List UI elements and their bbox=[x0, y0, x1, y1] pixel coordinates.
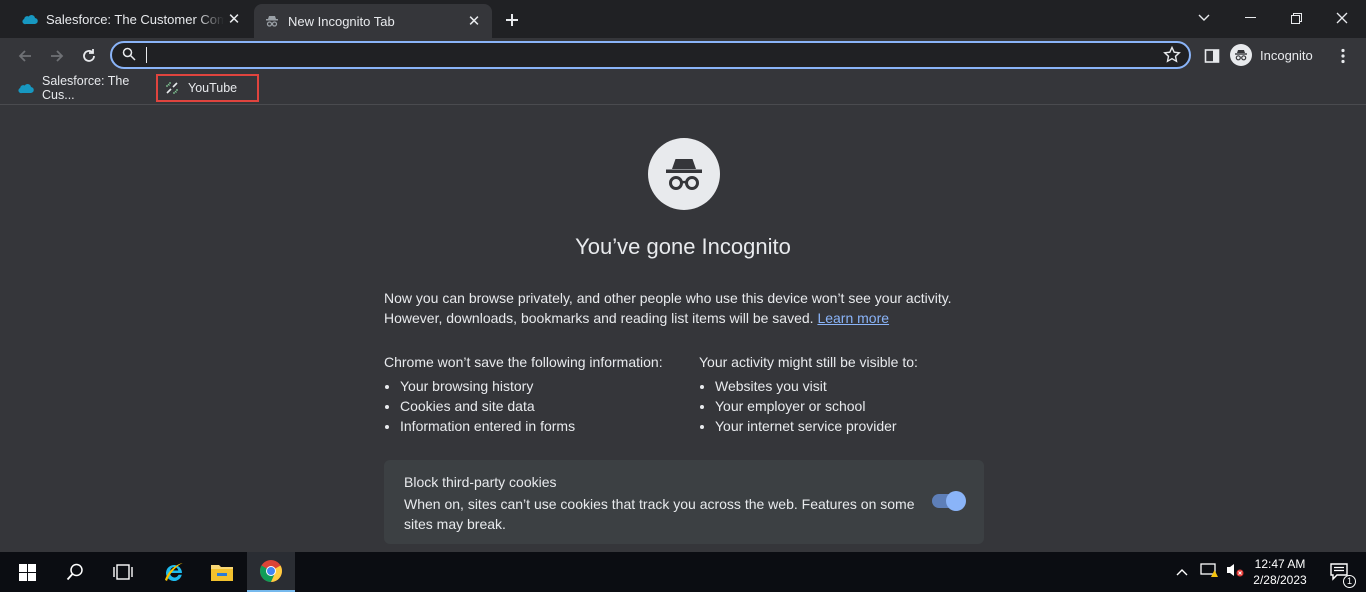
network-warning-icon[interactable] bbox=[1200, 562, 1218, 583]
internet-explorer-icon bbox=[165, 563, 183, 582]
page-heading: You’ve gone Incognito bbox=[575, 234, 791, 259]
bookmark-star-icon[interactable] bbox=[1163, 45, 1181, 69]
still-visible-list: Your activity might still be visible to:… bbox=[699, 352, 999, 436]
tab-salesforce[interactable]: Salesforce: The Customer Company ✕ bbox=[12, 4, 252, 34]
tab-strip: Salesforce: The Customer Company ✕ New I… bbox=[0, 0, 1366, 38]
reload-icon bbox=[83, 49, 95, 62]
profile-label: Incognito bbox=[1260, 47, 1313, 63]
bookmarks-bar: Salesforce: The Cus... YouTube bbox=[0, 72, 1366, 105]
search-icon bbox=[66, 563, 83, 581]
list-item: Your browsing history bbox=[400, 376, 684, 396]
bookmark-label: Salesforce: The Cus... bbox=[42, 74, 130, 102]
salesforce-cloud-icon bbox=[22, 11, 38, 27]
chrome-taskbar-button[interactable] bbox=[247, 552, 295, 592]
chevron-down-icon bbox=[1198, 14, 1210, 21]
new-tab-button[interactable] bbox=[500, 8, 524, 32]
chevron-up-icon[interactable] bbox=[1176, 563, 1188, 581]
system-tray bbox=[1176, 552, 1244, 592]
tab-search-button[interactable] bbox=[1181, 4, 1227, 32]
start-button[interactable] bbox=[3, 552, 51, 592]
menu-button[interactable] bbox=[1330, 43, 1356, 69]
side-panel-button[interactable] bbox=[1199, 43, 1225, 69]
windows-taskbar: 12:47 AM 2/28/2023 1 bbox=[0, 552, 1366, 592]
bookmark-label: YouTube bbox=[188, 81, 238, 95]
back-button[interactable] bbox=[12, 43, 38, 69]
block-cookies-toggle[interactable] bbox=[932, 491, 966, 511]
intro-paragraph: Now you can browse privately, and other … bbox=[384, 288, 984, 328]
clock-time: 12:47 AM bbox=[1254, 557, 1306, 571]
folder-icon bbox=[211, 565, 233, 581]
minimize-button[interactable] bbox=[1227, 4, 1273, 32]
task-view-button[interactable] bbox=[99, 552, 147, 592]
list-item: Your internet service provider bbox=[715, 416, 999, 436]
reload-button[interactable] bbox=[76, 43, 102, 69]
tab-close-icon[interactable]: ✕ bbox=[464, 11, 484, 31]
forward-button[interactable] bbox=[44, 43, 70, 69]
toolbar: Incognito bbox=[0, 38, 1366, 72]
list-item: Information entered in forms bbox=[400, 416, 684, 436]
tab-title: Salesforce: The Customer Company bbox=[46, 11, 224, 27]
notifications-button[interactable]: 1 bbox=[1320, 552, 1360, 592]
list-item: Your employer or school bbox=[715, 396, 999, 416]
learn-more-link[interactable]: Learn more bbox=[817, 310, 889, 326]
windows-logo-icon bbox=[18, 563, 36, 581]
file-explorer-button[interactable] bbox=[198, 552, 246, 592]
tab-close-icon[interactable]: ✕ bbox=[224, 9, 244, 29]
search-icon bbox=[122, 47, 136, 66]
arrow-right-icon bbox=[51, 50, 64, 62]
address-bar[interactable] bbox=[110, 41, 1191, 69]
internet-explorer-button[interactable] bbox=[150, 552, 198, 592]
cookie-card-description: When on, sites can’t use cookies that tr… bbox=[404, 496, 915, 532]
restore-button[interactable] bbox=[1273, 4, 1319, 32]
notification-count-badge: 1 bbox=[1343, 575, 1356, 588]
taskbar-clock[interactable]: 12:47 AM 2/28/2023 bbox=[1244, 556, 1316, 588]
text-caret bbox=[146, 47, 147, 63]
salesforce-cloud-icon bbox=[18, 80, 34, 96]
cookie-control-card: Block third-party cookies When on, sites… bbox=[384, 460, 984, 544]
tab-incognito[interactable]: New Incognito Tab ✕ bbox=[254, 4, 492, 38]
cookie-card-title: Block third-party cookies bbox=[404, 474, 557, 490]
incognito-page: You’ve gone Incognito Now you can browse… bbox=[3, 106, 1363, 552]
chrome-icon bbox=[260, 560, 282, 582]
list-item: Websites you visit bbox=[715, 376, 999, 396]
volume-muted-icon[interactable] bbox=[1226, 562, 1244, 583]
close-window-button[interactable] bbox=[1319, 4, 1365, 32]
minimize-icon bbox=[1244, 17, 1256, 18]
search-button[interactable] bbox=[51, 552, 99, 592]
close-icon bbox=[1336, 12, 1348, 24]
incognito-icon bbox=[264, 13, 280, 29]
broken-link-icon bbox=[164, 80, 180, 96]
side-panel-icon bbox=[1204, 49, 1220, 63]
bookmark-salesforce[interactable]: Salesforce: The Cus... bbox=[12, 74, 154, 102]
more-vert-icon bbox=[1341, 48, 1345, 64]
not-saved-list: Chrome won’t save the following informat… bbox=[384, 352, 684, 436]
not-saved-heading: Chrome won’t save the following informat… bbox=[384, 354, 663, 370]
plus-icon bbox=[506, 14, 518, 26]
task-view-icon bbox=[113, 564, 133, 580]
arrow-left-icon bbox=[18, 50, 31, 62]
restore-icon bbox=[1290, 12, 1302, 24]
list-item: Cookies and site data bbox=[400, 396, 684, 416]
incognito-avatar-icon bbox=[1230, 44, 1252, 66]
toggle-knob bbox=[946, 491, 966, 511]
bookmark-youtube[interactable]: YouTube bbox=[156, 74, 259, 102]
tab-title: New Incognito Tab bbox=[288, 13, 395, 29]
incognito-hero-icon bbox=[648, 138, 720, 210]
clock-date: 2/28/2023 bbox=[1253, 573, 1307, 587]
incognito-profile-button[interactable]: Incognito bbox=[1230, 41, 1326, 69]
still-visible-heading: Your activity might still be visible to: bbox=[699, 354, 918, 370]
